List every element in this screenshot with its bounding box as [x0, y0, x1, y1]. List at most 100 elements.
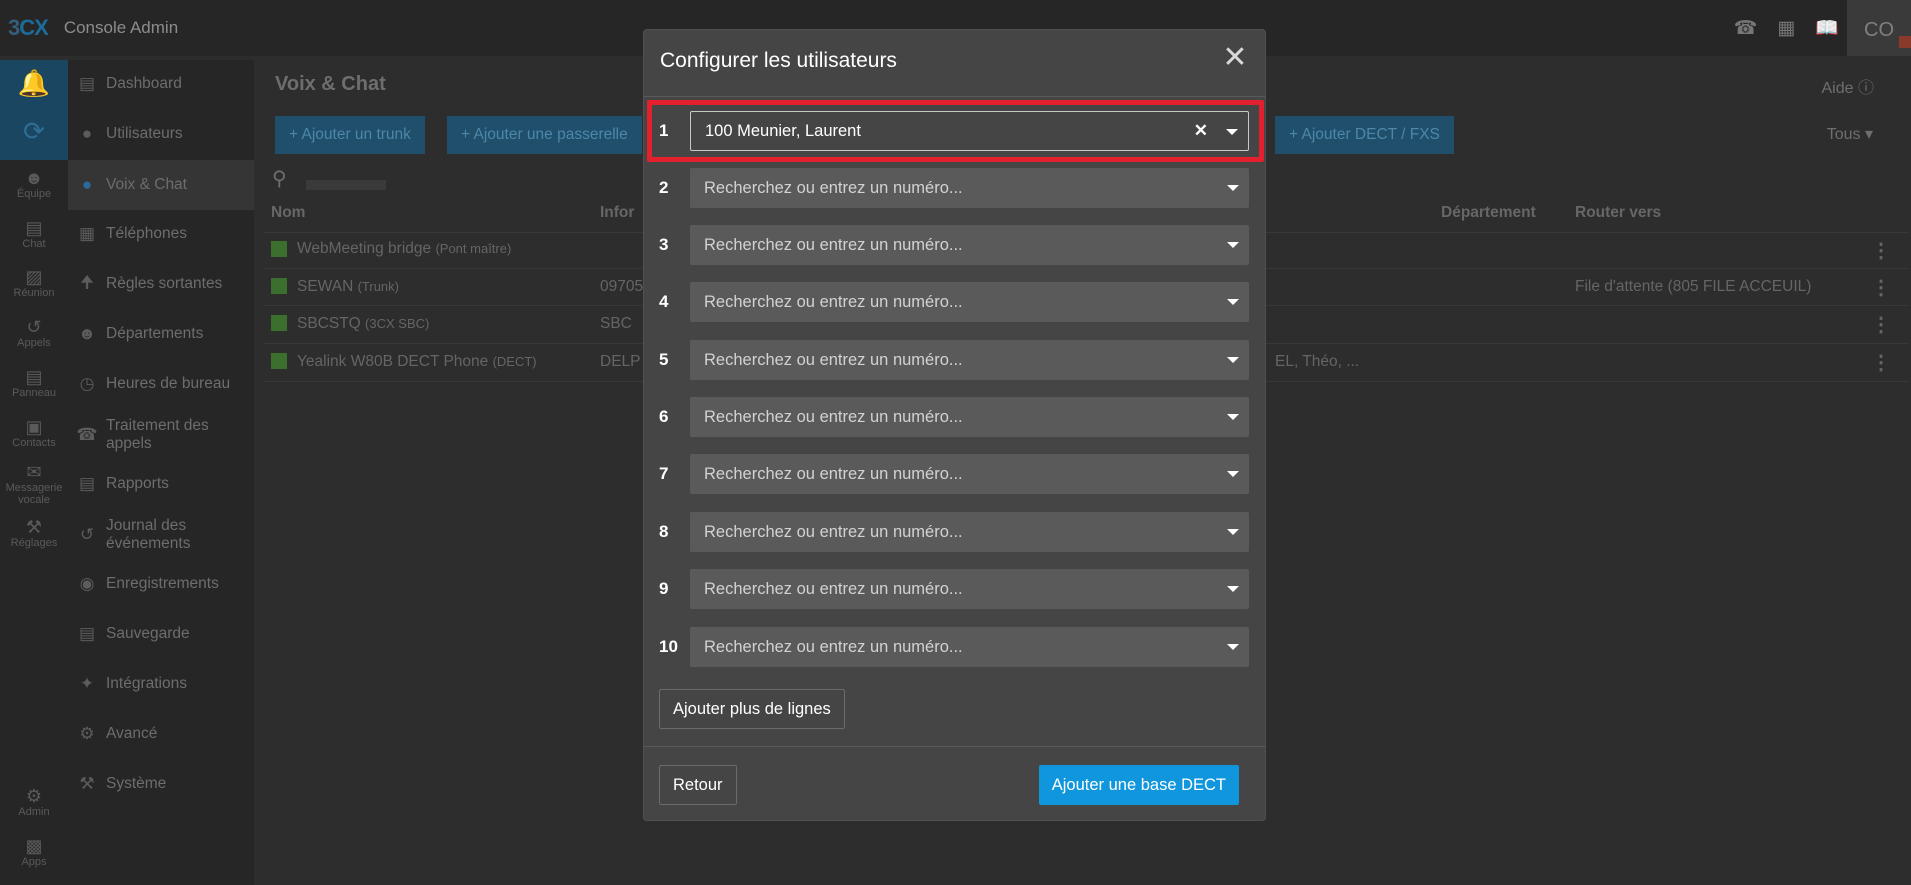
table-row[interactable]: SBCSTQ (3CX SBC) — [297, 315, 429, 333]
rail-label: Chat — [22, 238, 46, 250]
app-rail: 🔔 ⟳ ☻ Équipe ▤ Chat ▨ Réunion ↺ Appels ▤… — [0, 60, 68, 885]
rail-item-admin[interactable]: ⚙ Admin — [0, 786, 68, 818]
nav-label: Règles sortantes — [106, 275, 223, 292]
rail-item-voicemail[interactable]: ✉ Messagerie vocale — [0, 462, 68, 506]
arrow-up-icon: 🠉 — [79, 272, 95, 292]
status-indicator — [271, 241, 287, 257]
nav-item-recordings[interactable]: ◉ Enregistrements — [68, 564, 254, 604]
chevron-down-icon[interactable] — [1227, 185, 1239, 191]
nav-label: Enregistrements — [106, 575, 219, 592]
nav-item-event-log[interactable]: ↺ Journal des événements — [68, 510, 254, 560]
row-tag: (Trunk) — [357, 279, 399, 294]
table-row[interactable]: SEWAN (Trunk) — [297, 278, 399, 296]
chevron-down-icon[interactable] — [1227, 644, 1239, 650]
avatar[interactable]: CO — [1847, 0, 1911, 60]
col-header-name[interactable]: Nom — [271, 204, 305, 222]
chevron-down-icon[interactable] — [1227, 299, 1239, 305]
rail-item-meeting[interactable]: ▨ Réunion — [0, 267, 68, 299]
user-select-10[interactable]: Recherchez ou entrez un numéro... — [690, 627, 1249, 667]
search-input[interactable] — [306, 180, 386, 190]
nav-item-users[interactable]: ● Utilisateurs — [68, 114, 254, 154]
more-options-icon[interactable]: ⋮ — [1871, 312, 1891, 337]
rail-item-apps[interactable]: ▩ Apps — [0, 836, 68, 868]
more-options-icon[interactable]: ⋮ — [1871, 350, 1891, 375]
row-info: SBC — [600, 315, 632, 332]
nav-item-phones[interactable]: ▦ Téléphones — [68, 214, 254, 254]
nav-item-integrations[interactable]: ✦ Intégrations — [68, 664, 254, 704]
back-button[interactable]: Retour — [659, 765, 737, 805]
rail-item-panel[interactable]: ▤ Panneau — [0, 367, 68, 399]
more-options-icon[interactable]: ⋮ — [1871, 238, 1891, 263]
add-more-lines-button[interactable]: Ajouter plus de lignes — [659, 689, 845, 729]
help-link[interactable]: Aide ⓘ — [1822, 74, 1875, 98]
row-info: DELP — [600, 353, 641, 370]
nav-label: Journal des événements — [106, 517, 191, 552]
add-dect-base-button[interactable]: Ajouter une base DECT — [1038, 765, 1239, 805]
chevron-down-icon[interactable] — [1227, 357, 1239, 363]
col-header-department[interactable]: Département — [1441, 204, 1536, 222]
rail-item-contacts[interactable]: ▣ Contacts — [0, 417, 68, 449]
chevron-down-icon[interactable] — [1227, 414, 1239, 420]
row-tag: (Pont maître) — [435, 241, 512, 256]
nav-item-departments[interactable]: ☻ Départements — [68, 314, 254, 354]
wrench-icon: ⚒ — [79, 774, 95, 793]
nav-item-reports[interactable]: ▤ Rapports — [68, 464, 254, 504]
nav-item-voice-chat[interactable]: ● Voix & Chat — [68, 160, 254, 210]
select-placeholder: Recherchez ou entrez un numéro... — [704, 407, 963, 426]
phone-icon[interactable]: ☎ — [1734, 17, 1758, 40]
bell-icon[interactable]: 🔔 — [0, 68, 68, 99]
rail-item-settings[interactable]: ⚒ Réglages — [0, 517, 68, 549]
user-select-6[interactable]: Recherchez ou entrez un numéro... — [690, 397, 1249, 437]
nav-item-backup[interactable]: ▤ Sauvegarde — [68, 614, 254, 654]
nav-item-office-hours[interactable]: ◷ Heures de bureau — [68, 364, 254, 404]
book-icon[interactable]: 📖 — [1815, 16, 1839, 40]
qr-code-icon[interactable]: ▦ — [1777, 17, 1795, 40]
rail-item-team[interactable]: ☻ Équipe — [0, 168, 68, 200]
col-header-info[interactable]: Infor — [600, 204, 634, 222]
chevron-down-icon[interactable] — [1227, 471, 1239, 477]
col-header-route[interactable]: Router vers — [1575, 204, 1661, 222]
user-select-5[interactable]: Recherchez ou entrez un numéro... — [690, 340, 1249, 380]
nav-item-advanced[interactable]: ⚙ Avancé — [68, 714, 254, 754]
user-select-4[interactable]: Recherchez ou entrez un numéro... — [690, 282, 1249, 322]
nav-item-call-handling[interactable]: ☎ Traitement des appels — [68, 410, 254, 460]
archive-icon: ▤ — [78, 624, 96, 643]
user-select-7[interactable]: Recherchez ou entrez un numéro... — [690, 454, 1249, 494]
row-extra: EL, Théo, ... — [1275, 353, 1360, 370]
rail-label: Admin — [18, 806, 50, 818]
divider — [644, 746, 1265, 747]
nav-item-system[interactable]: ⚒ Système — [68, 764, 254, 804]
user-select-2[interactable]: Recherchez ou entrez un numéro... — [690, 168, 1249, 208]
nav-item-dashboard[interactable]: ▤ Dashboard — [68, 64, 254, 104]
status-indicator — [271, 315, 287, 331]
sync-icon[interactable]: ⟳ — [0, 116, 68, 147]
user-line-6: 6 Recherchez ou entrez un numéro... — [644, 397, 1265, 437]
3cx-logo[interactable]: 3CX — [8, 15, 49, 41]
history-icon: ↺ — [26, 317, 42, 337]
filter-label: Tous — [1826, 126, 1861, 143]
chevron-down-icon[interactable] — [1227, 242, 1239, 248]
line-number: 9 — [659, 579, 669, 598]
line-number: 7 — [659, 464, 669, 483]
nav-item-outbound-rules[interactable]: 🠉 Règles sortantes — [68, 264, 254, 304]
user-select-3[interactable]: Recherchez ou entrez un numéro... — [690, 225, 1249, 265]
chevron-down-icon[interactable] — [1227, 529, 1239, 535]
contacts-icon: ▣ — [25, 417, 43, 437]
close-icon[interactable]: ✕ — [1215, 38, 1255, 78]
rail-item-calls[interactable]: ↺ Appels — [0, 317, 68, 349]
add-gateway-button[interactable]: + Ajouter une passerelle — [447, 116, 642, 154]
table-row[interactable]: Yealink W80B DECT Phone (DECT) — [297, 353, 537, 371]
rail-label: Apps — [21, 856, 47, 868]
add-dect-button[interactable]: + Ajouter DECT / FXS — [1275, 116, 1454, 154]
phone-icon: ☎ — [76, 425, 98, 444]
filter-dropdown[interactable]: Tous ▾ — [1827, 124, 1873, 144]
user-line-2: 2 Recherchez ou entrez un numéro... — [644, 168, 1265, 208]
rail-item-chat[interactable]: ▤ Chat — [0, 218, 68, 250]
user-select-9[interactable]: Recherchez ou entrez un numéro... — [690, 569, 1249, 609]
chevron-down-icon[interactable] — [1227, 586, 1239, 592]
table-row[interactable]: WebMeeting bridge (Pont maître) — [297, 240, 511, 258]
search-icon[interactable]: ⚲ — [272, 166, 287, 191]
more-options-icon[interactable]: ⋮ — [1871, 275, 1891, 300]
add-trunk-button[interactable]: + Ajouter un trunk — [275, 116, 425, 154]
user-select-8[interactable]: Recherchez ou entrez un numéro... — [690, 512, 1249, 552]
